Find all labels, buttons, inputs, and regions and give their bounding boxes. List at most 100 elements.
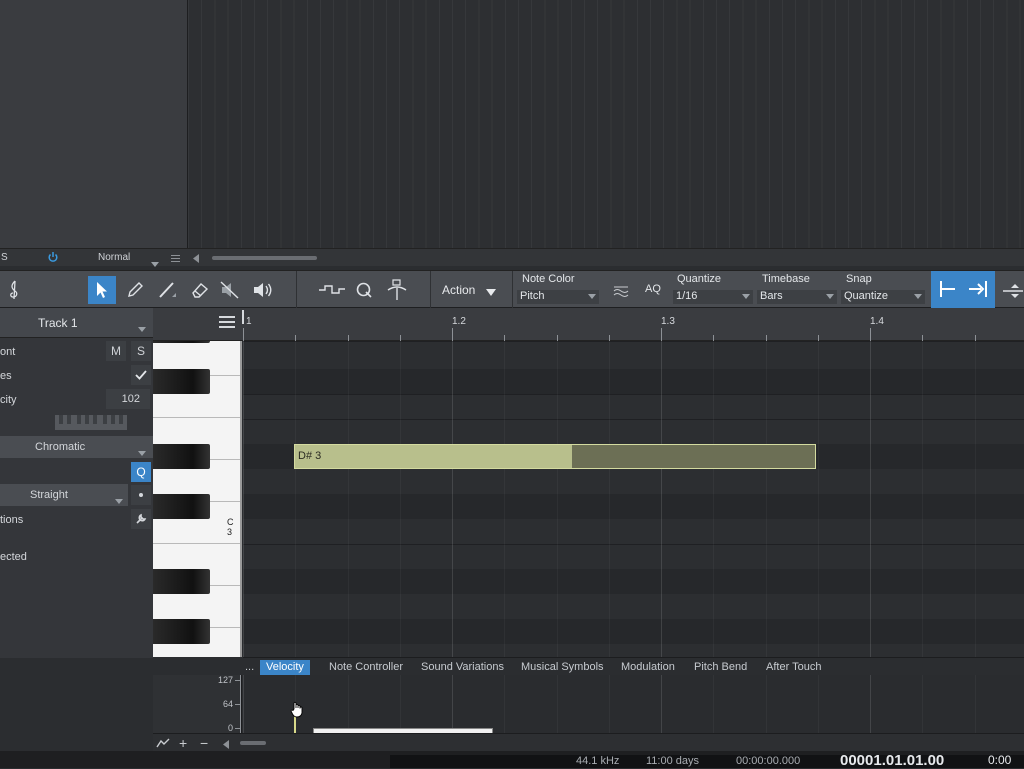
quantize-select[interactable]: 1/16 <box>673 290 753 304</box>
solo-button[interactable]: S <box>131 341 151 361</box>
score-view-icon[interactable] <box>0 276 28 304</box>
black-key[interactable] <box>153 569 210 594</box>
black-key[interactable] <box>153 341 210 343</box>
note-color-value: Pitch <box>520 290 545 302</box>
black-key[interactable] <box>153 494 210 519</box>
instrument-label: ont <box>0 346 16 358</box>
lane-scrollbar[interactable] <box>240 741 266 745</box>
c3-key-label: C 3 <box>227 517 234 537</box>
menu-lines-icon[interactable] <box>219 316 235 332</box>
snap-mode-group <box>931 271 995 308</box>
velocity-field[interactable]: 102 <box>106 389 150 409</box>
note-color-select[interactable]: Pitch <box>517 290 599 304</box>
eraser-tool-icon[interactable] <box>186 276 214 304</box>
list-icon[interactable] <box>171 252 180 262</box>
tab-sound-variations[interactable]: Sound Variations <box>415 660 510 675</box>
velocity-scale: 127 64 0 <box>153 675 242 733</box>
sample-rate: 44.1 kHz <box>576 755 620 767</box>
tab-note-controller[interactable]: Note Controller <box>323 660 409 675</box>
remove-lane-icon[interactable]: − <box>200 735 208 751</box>
actions-row: tions <box>0 508 153 532</box>
paint-tool-icon[interactable] <box>153 276 181 304</box>
pencil-tool-icon[interactable] <box>121 276 149 304</box>
note-grid[interactable]: D# 3 <box>243 341 1024 657</box>
groove-select[interactable]: Straight <box>0 484 128 506</box>
transport-display: 44.1 kHz 11:00 days 00:00:00.000 00001.0… <box>390 752 1024 769</box>
mute-tool-icon[interactable] <box>216 276 244 304</box>
horizontal-scrollbar[interactable] <box>212 256 317 260</box>
selected-row: ected <box>0 545 153 569</box>
wave-icon[interactable] <box>607 277 635 305</box>
black-key[interactable] <box>153 369 210 394</box>
timebase-select[interactable]: Bars <box>757 290 837 304</box>
zoom-fit-icon[interactable] <box>998 277 1024 305</box>
arrange-footer: S Normal <box>0 248 1024 267</box>
velocity-scale-max: 127 <box>217 675 233 685</box>
snap-end-icon[interactable] <box>964 275 992 303</box>
humanize-icon[interactable] <box>383 276 411 304</box>
editor-toolbar: Action Note Color Pitch AQ Quantize 1/16… <box>0 270 1024 309</box>
tab-pitch-bend[interactable]: Pitch Bend <box>688 660 753 675</box>
arrange-timeline[interactable] <box>187 0 1024 248</box>
tab-velocity[interactable]: Velocity <box>260 660 310 675</box>
track-header[interactable]: Track 1 <box>0 308 153 338</box>
more-lanes-button[interactable]: ... <box>243 660 256 675</box>
quantize-grid-icon[interactable] <box>316 276 348 304</box>
quantize-value: 1/16 <box>676 290 698 302</box>
tab-after-touch[interactable]: After Touch <box>760 660 827 675</box>
action-menu-button[interactable]: Action <box>434 279 500 301</box>
inspector-panel: Track 1 ont M S es city 102 Chromatic Q … <box>0 308 153 658</box>
snap-start-icon[interactable] <box>933 275 961 303</box>
action-label: Action <box>442 283 476 297</box>
curve-icon[interactable] <box>156 737 170 751</box>
arrow-tool-icon[interactable] <box>88 276 116 304</box>
mode-select[interactable]: Normal <box>98 252 130 263</box>
groove-dropdown-icon <box>115 493 123 507</box>
black-key[interactable] <box>153 444 210 469</box>
piano-keyboard[interactable]: C 3 <box>153 341 242 657</box>
track-name: Track 1 <box>38 316 78 330</box>
tab-musical-symbols[interactable]: Musical Symbols <box>515 660 610 675</box>
velocity-scale-mid: 64 <box>222 699 233 709</box>
track-dropdown-icon[interactable] <box>138 321 146 335</box>
scale-dropdown-icon <box>138 445 146 459</box>
dot-icon[interactable] <box>131 485 151 505</box>
action-dropdown-icon <box>486 285 496 299</box>
aq-button[interactable]: AQ <box>645 283 661 295</box>
ruler-mark-1-3: 1.3 <box>661 316 675 327</box>
lane-scroll-left-icon[interactable] <box>223 738 229 752</box>
mode-dropdown-icon[interactable] <box>151 256 159 270</box>
notes-row: es <box>0 364 153 388</box>
scale-select[interactable]: Chromatic <box>0 436 153 458</box>
velocity-lane[interactable] <box>243 675 1024 733</box>
hand-cursor-icon <box>290 701 304 722</box>
instrument-row: ont M S <box>0 340 153 364</box>
midi-note-label: D# 3 <box>298 450 322 462</box>
midi-note[interactable]: D# 3 <box>294 444 816 469</box>
timeline-ruler[interactable]: 1 1.2 1.3 1.4 <box>242 308 1024 341</box>
quantize-q-button[interactable]: Q <box>131 462 151 482</box>
ruler-mark-1-2: 1.2 <box>452 316 466 327</box>
record-time: 11:00 days <box>646 755 700 767</box>
power-icon[interactable] <box>47 251 59 263</box>
quantize-q-icon[interactable] <box>350 276 378 304</box>
controller-tabs: ... Velocity Note Controller Sound Varia… <box>243 657 1024 675</box>
black-key[interactable] <box>153 619 210 644</box>
velocity-row: city 102 <box>0 388 153 412</box>
listen-tool-icon[interactable] <box>249 276 277 304</box>
groove-value: Straight <box>30 489 68 501</box>
add-lane-icon[interactable]: + <box>179 735 187 751</box>
snap-select[interactable]: Quantize <box>841 290 925 304</box>
velocity-label: city <box>0 394 17 406</box>
mute-button[interactable]: M <box>106 341 126 361</box>
snap-value: Quantize <box>844 290 889 302</box>
position-display: 00001.01.01.00 <box>840 752 945 769</box>
ruler-mark-1-4: 1.4 <box>870 316 884 327</box>
velocity-scale-min: 0 <box>227 723 233 733</box>
checkmark-icon[interactable] <box>131 365 151 385</box>
tab-modulation[interactable]: Modulation <box>615 660 681 675</box>
note-color-label: Note Color <box>522 273 575 285</box>
wrench-icon[interactable] <box>131 509 151 529</box>
timebase-value: Bars <box>760 290 783 302</box>
scroll-left-icon[interactable] <box>193 252 199 266</box>
